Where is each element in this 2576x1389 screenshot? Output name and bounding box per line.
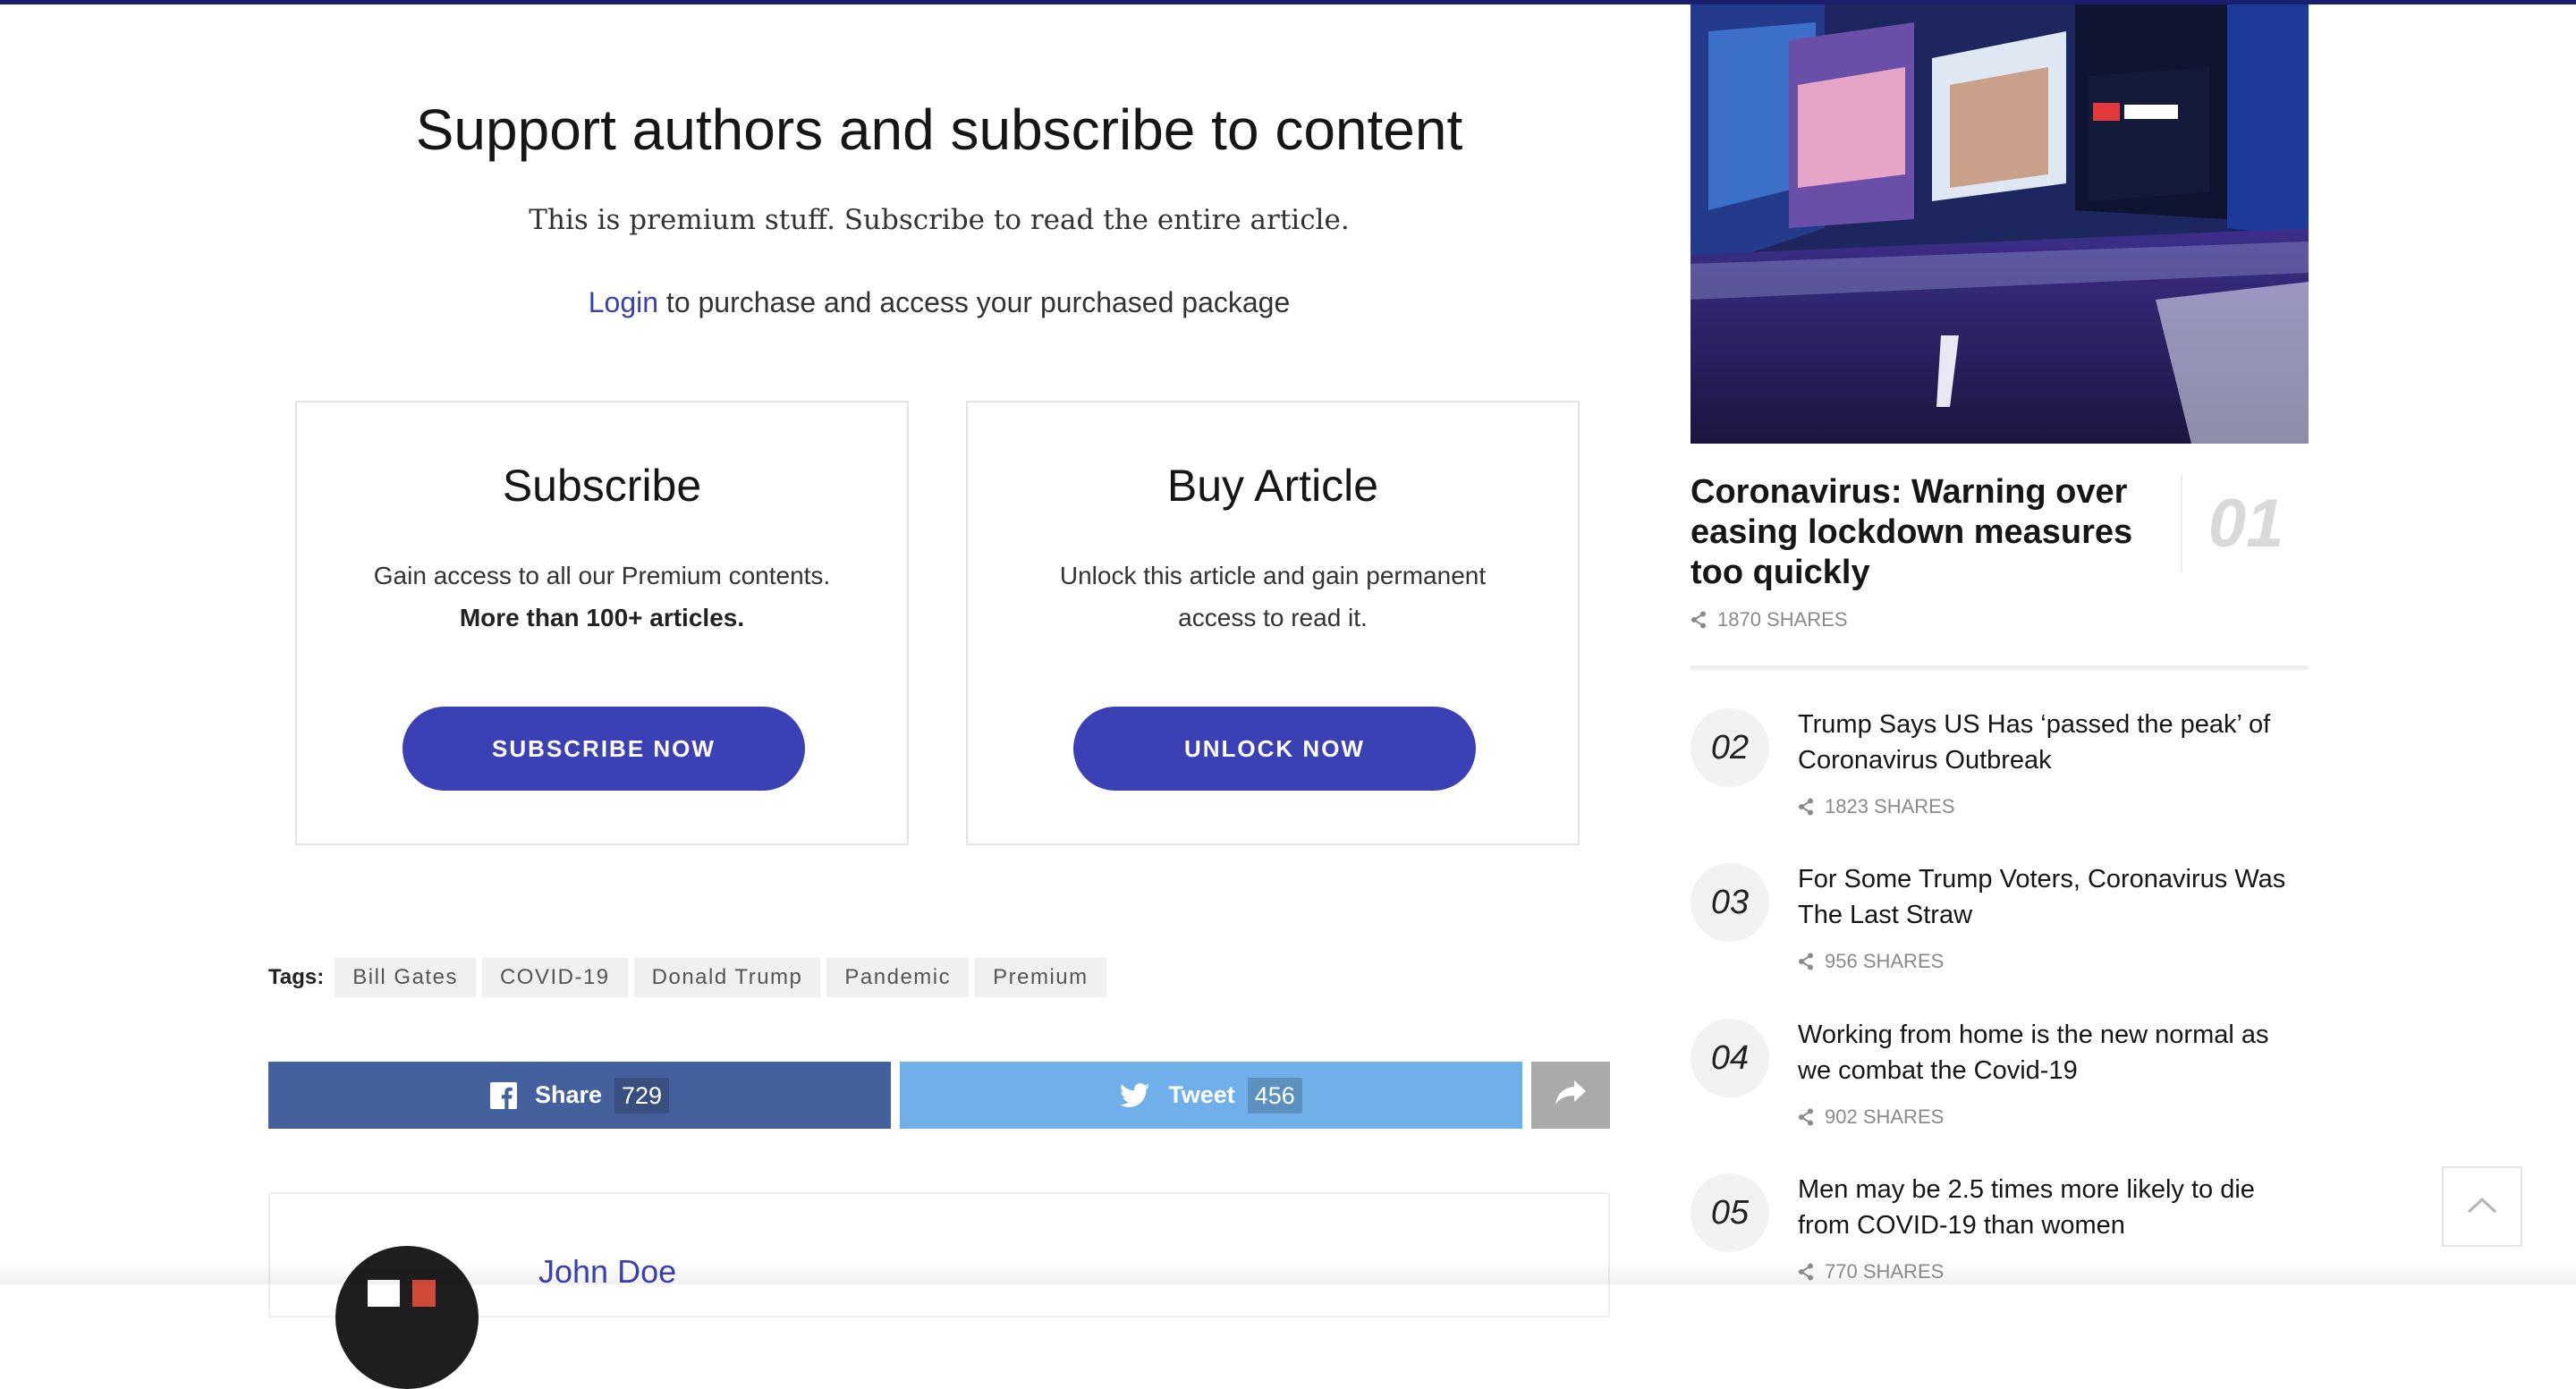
facebook-share-button[interactable]: Share 729 — [268, 1062, 891, 1129]
paywall-title: Support authors and subscribe to content — [415, 97, 1463, 162]
author-avatar[interactable] — [335, 1246, 479, 1389]
sidebar-divider — [1690, 665, 2309, 670]
tag-premium[interactable]: Premium — [975, 958, 1106, 997]
author-name-link[interactable]: John Doe — [538, 1253, 676, 1291]
popular-article-shares: 902 SHARES — [1798, 1105, 1944, 1129]
tag-pandemic[interactable]: Pandemic — [826, 958, 970, 997]
share-icon — [1690, 611, 1707, 629]
facebook-share-label: Share — [534, 1081, 602, 1108]
featured-rank-number: 01 — [2181, 474, 2309, 572]
plan-title: Buy Article — [1166, 461, 1379, 511]
popular-shares-text: 956 SHARES — [1825, 950, 1945, 972]
plan-description-text: Gain access to all our Premium contents. — [373, 562, 831, 589]
featured-shares-text: 1870 SHARES — [1717, 608, 1848, 631]
plan-description: Gain access to all our Premium contents.… — [351, 555, 853, 639]
featured-shares: 1870 SHARES — [1690, 608, 1848, 631]
facebook-icon — [489, 1081, 517, 1109]
back-to-top-button[interactable] — [2442, 1166, 2522, 1247]
author-box: John Doe — [268, 1192, 1610, 1389]
tag-bill-gates[interactable]: Bill Gates — [335, 958, 476, 997]
paywall-login-line: Login to purchase and access your purcha… — [268, 286, 1610, 319]
popular-shares-text: 902 SHARES — [1825, 1105, 1945, 1128]
tag-covid-19[interactable]: COVID-19 — [481, 958, 628, 997]
popular-rank-badge: 04 — [1690, 1019, 1769, 1097]
twitter-tweet-count: 456 — [1247, 1077, 1302, 1114]
share-icon — [1798, 798, 1814, 816]
login-text: to purchase and access your purchased pa… — [658, 286, 1291, 318]
featured-article-image[interactable] — [1690, 4, 2309, 444]
plan-description: Unlock this article and gain permanent a… — [1021, 555, 1524, 639]
twitter-icon — [1120, 1082, 1150, 1108]
more-share-button[interactable] — [1531, 1062, 1610, 1129]
tags-row: Tags: Bill Gates COVID-19 Donald Trump P… — [268, 958, 1113, 997]
buy-article-card: Buy Article Unlock this article and gain… — [966, 401, 1580, 845]
popular-rank-badge: 02 — [1690, 708, 1769, 787]
featured-headline[interactable]: Coronavirus: Warning over easing lockdow… — [1690, 472, 2156, 593]
plan-description-bold: More than 100+ articles. — [459, 604, 745, 631]
popular-article-title[interactable]: Trump Says US Has ‘passed the peak’ of C… — [1798, 707, 2308, 778]
subscribe-now-button[interactable]: SUBSCRIBE NOW — [402, 707, 805, 791]
popular-article-shares: 1823 SHARES — [1798, 795, 1955, 818]
times-square-photo-icon — [1690, 4, 2309, 444]
login-link[interactable]: Login — [589, 286, 658, 318]
popular-article-shares: 956 SHARES — [1798, 950, 1944, 973]
facebook-share-count: 729 — [614, 1077, 670, 1114]
tags-label: Tags: — [268, 965, 325, 989]
subscribe-card: Subscribe Gain access to all our Premium… — [295, 401, 909, 845]
share-icon — [1798, 953, 1814, 970]
share-arrow-icon — [1555, 1079, 1587, 1112]
popular-article-title[interactable]: Men may be 2.5 times more likely to die … — [1798, 1172, 2308, 1243]
tag-donald-trump[interactable]: Donald Trump — [633, 958, 821, 997]
popular-article-title[interactable]: For Some Trump Voters, Coronavirus Was T… — [1798, 861, 2308, 933]
twitter-tweet-button[interactable]: Tweet 456 — [900, 1062, 1522, 1129]
share-icon — [1798, 1263, 1814, 1281]
paywall-subtitle: This is premium stuff. Subscribe to read… — [529, 204, 1350, 236]
unlock-now-button[interactable]: UNLOCK NOW — [1073, 707, 1476, 791]
share-icon — [1798, 1108, 1814, 1126]
chevron-up-icon — [2466, 1195, 2498, 1219]
twitter-tweet-label: Tweet — [1168, 1081, 1235, 1108]
plan-description-text: Unlock this article and gain permanent a… — [1059, 562, 1487, 631]
popular-article-title[interactable]: Working from home is the new normal as w… — [1798, 1017, 2308, 1088]
popular-shares-text: 770 SHARES — [1825, 1260, 1945, 1283]
popular-rank-badge: 05 — [1690, 1173, 1769, 1252]
popular-shares-text: 1823 SHARES — [1825, 795, 1955, 817]
popular-rank-badge: 03 — [1690, 863, 1769, 942]
plan-title: Subscribe — [502, 461, 702, 511]
popular-article-shares: 770 SHARES — [1798, 1260, 1944, 1283]
